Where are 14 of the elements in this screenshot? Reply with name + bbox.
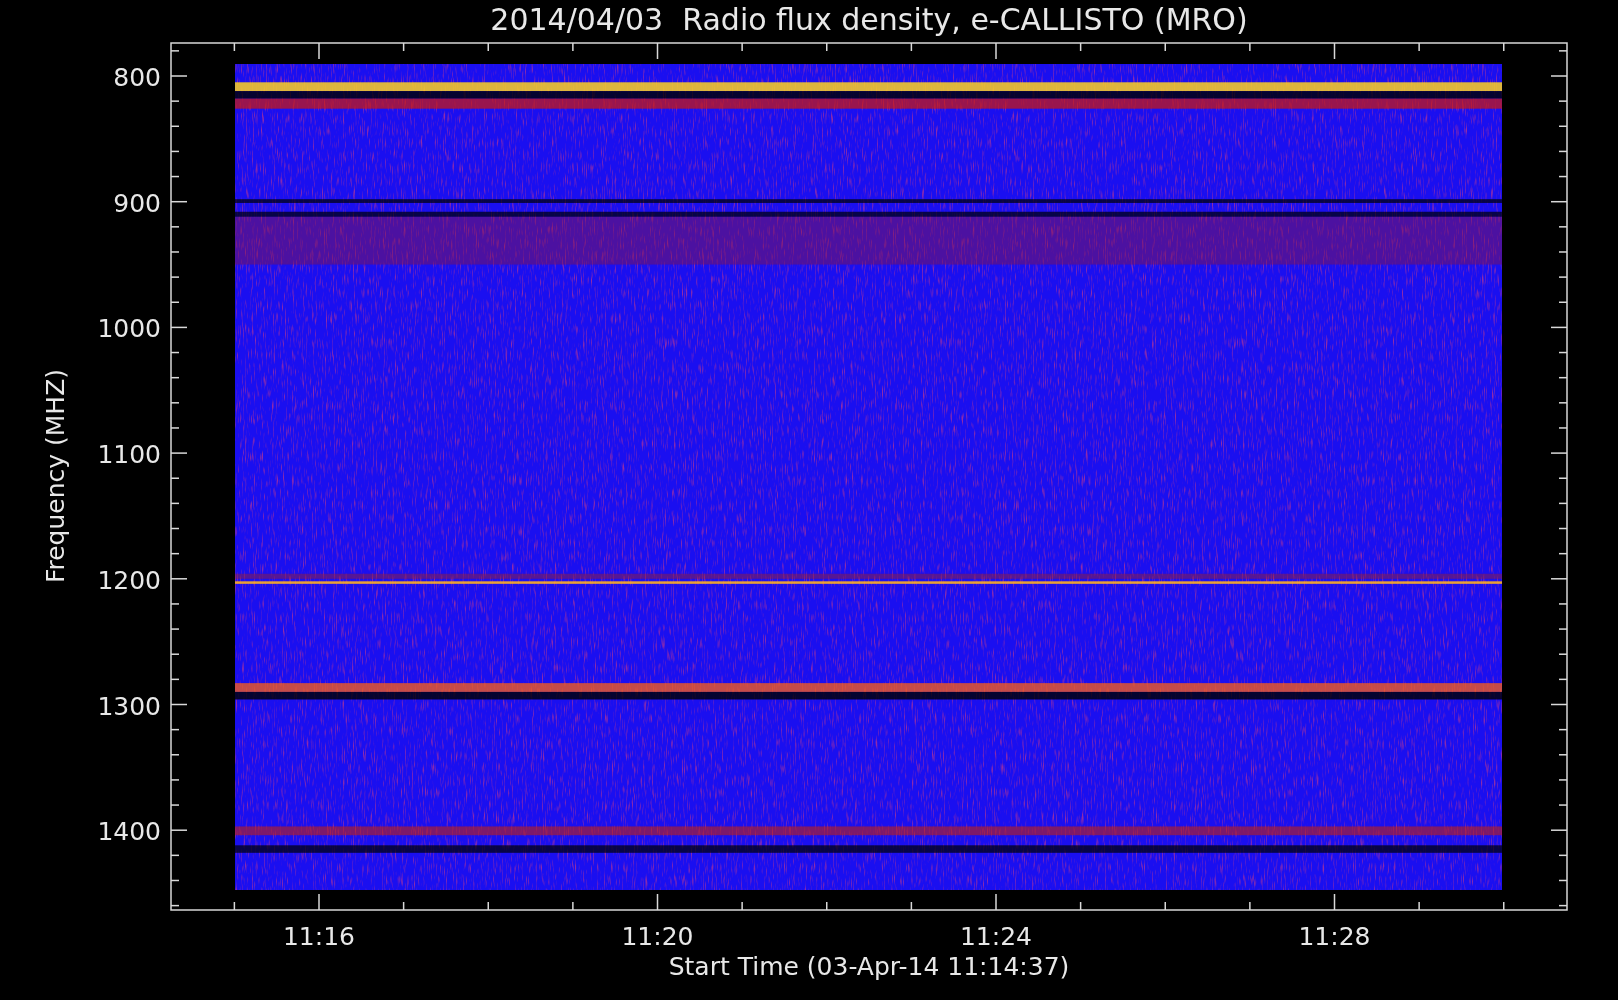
tick-label: 11:20 bbox=[621, 922, 694, 951]
tick-label: 11:16 bbox=[283, 922, 355, 951]
plot-title: 2014/04/03 Radio flux density, e-CALLISTO (MRO) bbox=[490, 2, 1248, 37]
tick-label: 800 bbox=[113, 63, 161, 92]
tick-label: 900 bbox=[113, 188, 161, 218]
tick-label: 1300 bbox=[97, 691, 161, 721]
tick-label: 1000 bbox=[97, 314, 161, 344]
tick-label: 11:28 bbox=[1298, 922, 1371, 951]
tick-label: 1100 bbox=[97, 440, 161, 470]
tick-label: 11:24 bbox=[960, 922, 1032, 951]
axis-label: Start Time (03-Apr-14 11:14:37) bbox=[668, 952, 1070, 981]
tick-label: 1200 bbox=[97, 565, 161, 595]
tick-label: 1400 bbox=[97, 817, 161, 847]
axis-label: Frequency (MHZ) bbox=[41, 368, 70, 584]
